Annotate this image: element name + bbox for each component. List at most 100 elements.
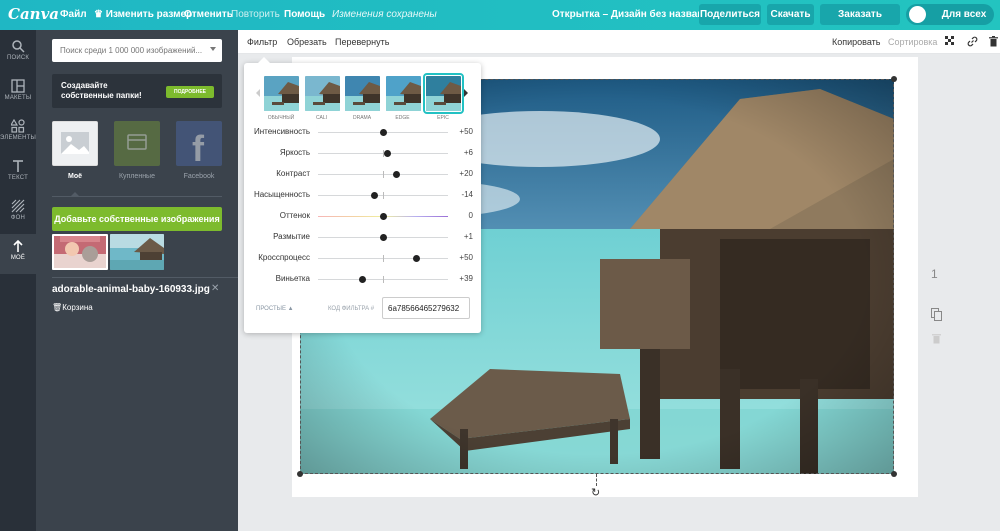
facebook-icon: f xyxy=(192,128,205,169)
slider-knob[interactable] xyxy=(383,150,391,157)
download-button[interactable]: Скачать xyxy=(767,4,814,25)
slider-center-mark xyxy=(383,255,384,262)
crop-button[interactable]: Обрезать xyxy=(287,37,327,47)
chevron-right-icon[interactable] xyxy=(464,89,468,97)
slider-value: +50 xyxy=(459,127,473,136)
search-box[interactable] xyxy=(52,39,222,62)
slider-track[interactable] xyxy=(318,150,448,157)
elements-icon xyxy=(9,118,25,133)
source-label-facebook[interactable]: Facebook xyxy=(169,173,229,180)
upload-thumbnail-hut[interactable] xyxy=(110,234,164,270)
slider-track[interactable] xyxy=(318,255,448,262)
trash-link[interactable]: 🗑 Корзина xyxy=(52,303,93,312)
filter-preset-обычный[interactable] xyxy=(264,76,299,111)
upload-images-button[interactable]: Добавьте собственные изображения xyxy=(52,207,222,231)
share-button[interactable]: Поделиться xyxy=(699,4,761,25)
menu-resize-label: Изменить размер xyxy=(105,9,193,20)
filter-button[interactable]: Фильтр xyxy=(247,37,277,47)
arrange-button[interactable]: Сортировка xyxy=(888,37,937,47)
copy-button[interactable]: Копировать xyxy=(832,37,880,47)
rail-item-elements[interactable]: Элементы xyxy=(0,114,36,154)
slider-knob[interactable] xyxy=(359,276,367,283)
flip-button[interactable]: Перевернуть xyxy=(335,37,389,47)
slider-row: Виньетка +39 xyxy=(244,272,481,286)
svg-text:f: f xyxy=(192,128,205,166)
visibility-toggle[interactable]: Для всех xyxy=(906,4,994,25)
left-rail: Поиск Макеты Элементы Текст Фон Моё xyxy=(0,30,36,531)
source-label-purchased[interactable]: Купленные xyxy=(107,173,167,180)
page-number: 1 xyxy=(931,267,938,281)
chevron-down-icon[interactable] xyxy=(210,47,216,51)
crown-icon: ♛ xyxy=(94,9,103,20)
slider-track[interactable] xyxy=(318,129,448,136)
filter-preset-epic[interactable] xyxy=(423,73,464,114)
trash-icon: 🗑 xyxy=(52,303,63,312)
slider-track[interactable] xyxy=(318,213,448,220)
filter-preset-label: Обычный xyxy=(267,115,295,121)
menu-redo[interactable]: Повторить xyxy=(231,9,280,20)
image-toolbar: Фильтр Обрезать Перевернуть Копировать С… xyxy=(238,30,1000,54)
filter-code-input[interactable] xyxy=(382,297,470,319)
rail-item-search[interactable]: Поиск xyxy=(0,34,36,74)
menu-undo[interactable]: Отменить xyxy=(184,9,233,20)
rail-item-uploads[interactable]: Моё xyxy=(0,234,36,274)
resize-handle-bottom-right[interactable] xyxy=(891,471,897,477)
search-input[interactable] xyxy=(52,39,202,62)
source-tile-facebook[interactable]: f xyxy=(176,121,222,169)
close-icon[interactable]: ✕ xyxy=(211,283,219,294)
slider-knob[interactable] xyxy=(380,129,387,136)
link-icon[interactable] xyxy=(967,36,978,50)
resize-handle-bottom-left[interactable] xyxy=(297,471,303,477)
background-icon xyxy=(11,199,25,213)
slider-knob[interactable] xyxy=(370,192,378,199)
toggle-knob xyxy=(909,6,926,23)
trash-icon[interactable] xyxy=(989,36,998,50)
source-label-mine[interactable]: Моё xyxy=(45,173,105,180)
slider-track[interactable] xyxy=(318,171,448,178)
filter-preset-edge[interactable] xyxy=(385,76,421,111)
slider-track[interactable] xyxy=(318,192,448,199)
resize-handle-top-right[interactable] xyxy=(891,76,897,82)
slider-row: Интенсивность +50 xyxy=(244,125,481,139)
slider-knob[interactable] xyxy=(412,255,420,262)
slider-knob[interactable] xyxy=(380,234,387,241)
rail-item-layouts[interactable]: Макеты xyxy=(0,74,36,114)
preset-preview xyxy=(426,76,461,111)
rail-item-text[interactable]: Текст xyxy=(0,154,36,194)
preset-preview xyxy=(304,76,340,111)
delete-page-icon[interactable] xyxy=(932,333,941,344)
menu-help[interactable]: Помощь xyxy=(284,9,325,20)
filter-preset-label: Edge xyxy=(395,115,410,121)
rail-label: Фон xyxy=(10,215,26,221)
search-icon xyxy=(11,39,25,53)
simple-mode-link[interactable]: Простые ▲ xyxy=(256,306,294,312)
slider-track[interactable] xyxy=(318,234,448,241)
promo-more-button[interactable]: Подробнее xyxy=(166,86,214,98)
rotate-icon[interactable]: ↻ xyxy=(591,486,600,499)
slider-value: +50 xyxy=(459,253,473,262)
image-stack-icon xyxy=(53,122,97,165)
slider-knob[interactable] xyxy=(380,213,387,220)
source-tile-purchased[interactable] xyxy=(114,121,160,166)
hut-photo-thumbnail xyxy=(110,234,164,270)
menu-file[interactable]: Файл xyxy=(60,9,87,20)
order-print-button[interactable]: Заказать печать xyxy=(820,4,900,41)
canva-logo[interactable]: Canva xyxy=(8,5,59,23)
source-tile-mine[interactable] xyxy=(52,121,98,166)
filter-preset-cali[interactable] xyxy=(304,76,340,111)
slider-knob[interactable] xyxy=(393,171,400,178)
duplicate-page-icon[interactable] xyxy=(931,308,942,321)
filter-preset-drama[interactable] xyxy=(345,76,380,111)
preset-preview xyxy=(264,76,299,111)
slider-center-mark xyxy=(383,276,384,283)
popover-arrow xyxy=(258,57,270,63)
rail-item-background[interactable]: Фон xyxy=(0,194,36,234)
upload-thumbnail-baby[interactable] xyxy=(52,234,108,270)
menu-resize[interactable]: ♛ Изменить размер xyxy=(94,9,192,20)
slider-track[interactable] xyxy=(318,276,448,283)
text-icon xyxy=(11,159,25,173)
transparency-icon[interactable] xyxy=(945,36,955,49)
slider-label: Насыщенность xyxy=(253,190,310,199)
chevron-left-icon[interactable] xyxy=(256,89,260,97)
document-title[interactable]: Открытка – Дизайн без названия xyxy=(552,9,715,20)
